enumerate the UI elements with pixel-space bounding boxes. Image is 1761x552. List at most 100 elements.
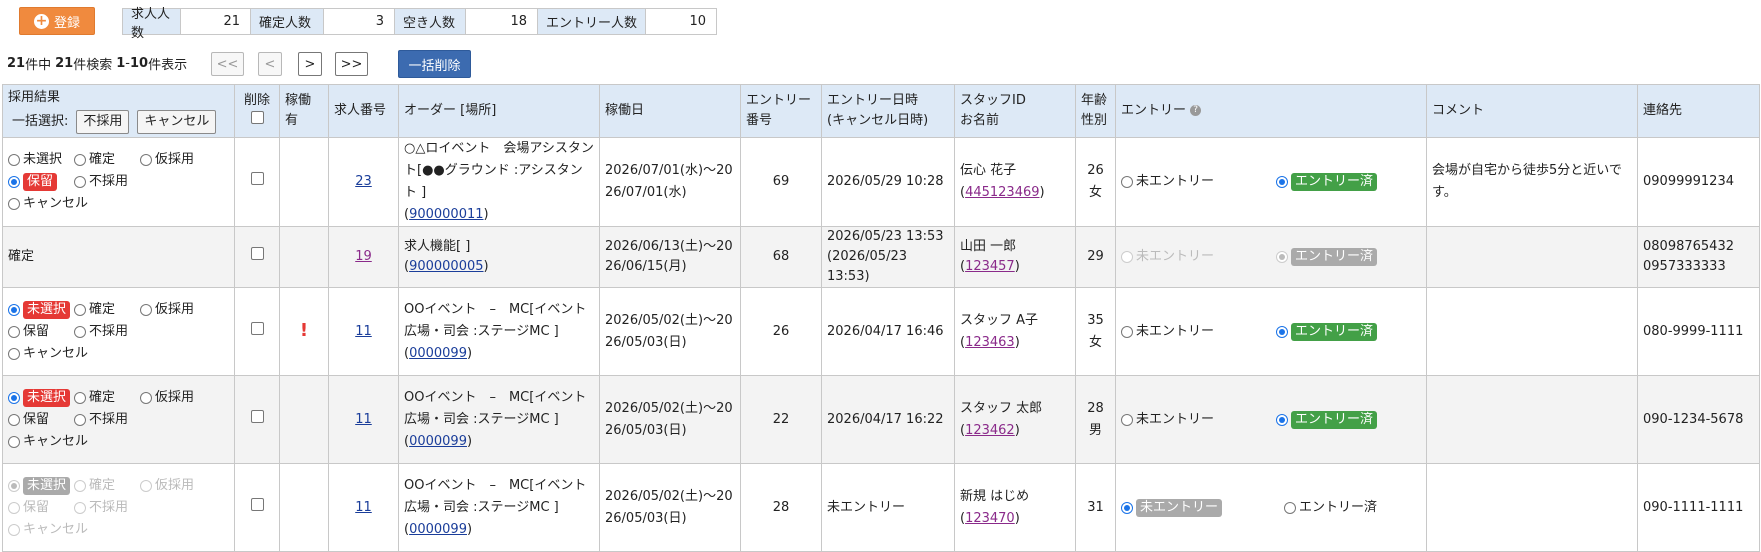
order-id-link[interactable]: 0000099 xyxy=(409,434,467,449)
col-staff: スタッフID お名前 xyxy=(954,84,1076,138)
radio-label: 確定 xyxy=(89,301,116,317)
radio-dot xyxy=(8,501,20,514)
job-no-link[interactable]: 11 xyxy=(355,500,372,515)
radio-confirmed[interactable]: 確定 xyxy=(74,387,130,409)
comment-cell xyxy=(1426,375,1638,464)
work-day-text: 2026/05/02(土)～2026/05/03(日) xyxy=(605,312,733,350)
staff-id-link[interactable]: 123463 xyxy=(965,335,1015,350)
order-id-link[interactable]: 0000099 xyxy=(409,346,467,361)
radio-not-entered[interactable]: 未エントリー xyxy=(1121,321,1214,343)
job-no-link[interactable]: 23 xyxy=(355,174,372,189)
radio-hold[interactable]: 保留 xyxy=(8,171,64,193)
radio-hold[interactable]: 保留 xyxy=(8,321,64,343)
col-delete-label: 削除 xyxy=(243,93,270,108)
radio-entered[interactable]: エントリー済 xyxy=(1276,321,1378,343)
radio-rejected[interactable]: 不採用 xyxy=(74,409,130,431)
radio-label: 未エントリー xyxy=(1136,174,1215,189)
radio-provisional: 仮採用 xyxy=(140,475,200,497)
sex-text: 女 xyxy=(1088,334,1102,350)
pager-from: 1 xyxy=(116,55,126,71)
work-day-text: 2026/07/01(水)～2026/07/01(水) xyxy=(605,163,733,200)
radio-label: キャンセル xyxy=(23,196,89,211)
job-no-link[interactable]: 19 xyxy=(355,249,372,264)
radio-unselected[interactable]: 未選択 xyxy=(8,299,71,321)
radio-entered[interactable]: エントリー済 xyxy=(1276,171,1378,193)
radio-not-entered[interactable]: 未エントリー xyxy=(1121,171,1214,193)
radio-label: 不採用 xyxy=(89,174,129,189)
col-working: 稼働有 xyxy=(279,84,329,138)
staff-id-link[interactable]: 445123469 xyxy=(965,185,1039,200)
radio-label: 保留 xyxy=(23,499,50,515)
radio-dot xyxy=(74,154,86,166)
staff-id-link[interactable]: 123462 xyxy=(965,423,1015,438)
order-id-link[interactable]: 0000099 xyxy=(409,522,467,537)
radio-label: 不採用 xyxy=(89,499,129,515)
prev-page-button[interactable]: < xyxy=(258,52,282,76)
job-no-link[interactable]: 11 xyxy=(355,324,372,339)
radio-not-entered[interactable]: 未エントリー xyxy=(1121,409,1214,431)
entry-dt-cell: 未エントリー xyxy=(821,463,955,552)
staff-id-link[interactable]: 123470 xyxy=(965,511,1015,526)
order-cell: OOイベント – MC[イベント広場・司会 :ステージMC ] (0000099) xyxy=(398,463,600,552)
radio-label: 不採用 xyxy=(89,411,129,427)
radio-cancel[interactable]: キャンセル xyxy=(8,343,88,365)
radio-label: 保留 xyxy=(23,411,50,427)
col-result-label: 採用結果 xyxy=(8,90,61,105)
bulk-reject-button[interactable]: 不採用 xyxy=(76,110,130,134)
contact-cell: 080-9999-1111 xyxy=(1637,287,1760,376)
entry-dt-cell: 2026/05/23 13:53 (2026/05/23 13:53) xyxy=(821,226,955,288)
staff-id-link[interactable]: 123457 xyxy=(965,259,1015,274)
help-icon[interactable]: ? xyxy=(1190,105,1202,116)
order-id-link[interactable]: 900000005 xyxy=(409,259,483,274)
radio-dot xyxy=(74,391,86,404)
pager-summary: 21 件中 21 件検索 1- 10 件表示 xyxy=(7,50,187,76)
radio-rejected[interactable]: 不採用 xyxy=(74,171,130,193)
radio-cancel[interactable]: キャンセル xyxy=(8,193,88,215)
stat-label-vacant: 空き人数 xyxy=(395,9,466,34)
first-page-button[interactable]: << xyxy=(211,52,244,76)
entry-dt-cell: 2026/05/29 10:28 xyxy=(821,137,955,227)
staff-name: スタッフ 太郎 xyxy=(960,400,1043,416)
delete-cell xyxy=(234,137,280,227)
radio-provisional[interactable]: 仮採用 xyxy=(140,299,200,321)
last-page-button[interactable]: >> xyxy=(335,52,368,76)
radio-not-entered[interactable]: 未エントリー xyxy=(1121,497,1223,519)
radio-confirmed[interactable]: 確定 xyxy=(74,149,130,171)
radio-dot xyxy=(1276,413,1289,426)
job-no-cell: 19 xyxy=(328,226,399,288)
radio-provisional[interactable]: 仮採用 xyxy=(140,149,200,171)
radio-unselected[interactable]: 未選択 xyxy=(8,149,64,171)
delete-checkbox[interactable] xyxy=(250,247,264,260)
radio-cancel[interactable]: キャンセル xyxy=(8,431,88,453)
next-page-button[interactable]: > xyxy=(298,52,322,76)
working-cell: ! xyxy=(279,287,329,376)
delete-checkbox[interactable] xyxy=(250,409,264,423)
radio-hold[interactable]: 保留 xyxy=(8,409,64,431)
radio-rejected[interactable]: 不採用 xyxy=(74,321,130,343)
radio-entered[interactable]: エントリー済 xyxy=(1284,497,1377,519)
radio-provisional[interactable]: 仮採用 xyxy=(140,387,200,409)
radio-dot xyxy=(1276,325,1289,338)
job-no-link[interactable]: 11 xyxy=(355,412,372,427)
bulk-delete-button[interactable]: 一括削除 xyxy=(398,50,471,78)
delete-checkbox[interactable] xyxy=(250,497,264,511)
contact-cell: 09099991234 xyxy=(1637,137,1760,227)
radio-dot xyxy=(1121,176,1133,188)
radio-unselected[interactable]: 未選択 xyxy=(8,387,71,409)
radio-entered[interactable]: エントリー済 xyxy=(1276,409,1378,431)
radio-dot xyxy=(74,413,86,426)
delete-checkbox[interactable] xyxy=(250,172,264,185)
entry-dt-cell: 2026/04/17 16:22 xyxy=(821,375,955,464)
staff-cell: スタッフ 太郎 (123462) xyxy=(954,375,1076,464)
register-button[interactable]: + 登録 xyxy=(19,7,95,35)
order-text: OOイベント – MC[イベント広場・司会 :ステージMC ] xyxy=(404,389,587,427)
entry-dt-text: 未エントリー xyxy=(827,499,906,515)
select-all-checkbox[interactable] xyxy=(250,111,264,124)
comment-cell xyxy=(1426,226,1638,288)
order-id-link[interactable]: 900000011 xyxy=(409,207,483,222)
stat-label-entries: エントリー人数 xyxy=(538,9,646,34)
delete-checkbox[interactable] xyxy=(250,321,264,335)
bulk-cancel-button[interactable]: キャンセル xyxy=(137,110,217,134)
radio-confirmed: 確定 xyxy=(74,475,130,497)
radio-confirmed[interactable]: 確定 xyxy=(74,299,130,321)
